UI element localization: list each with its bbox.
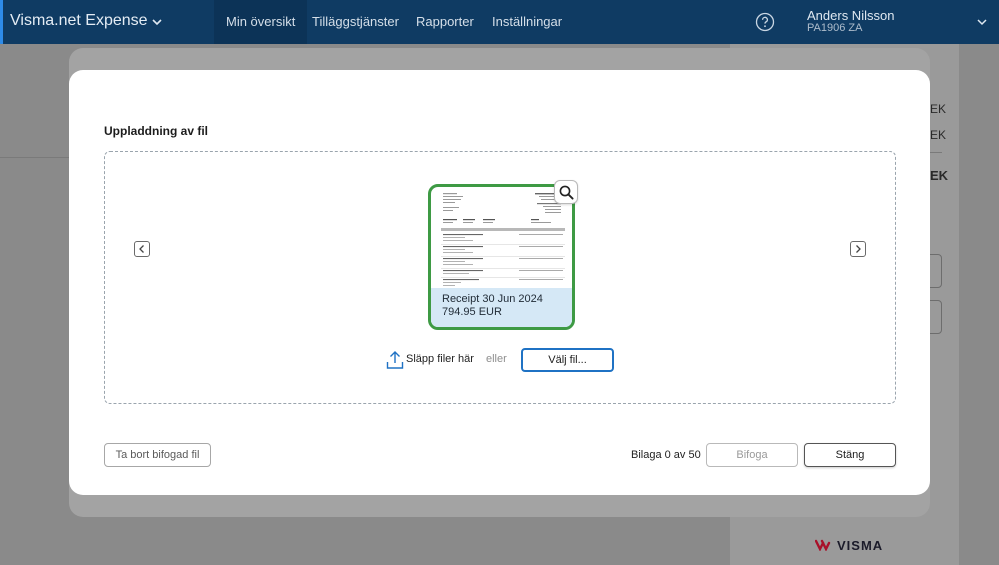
receipt-preview-image: [439, 189, 567, 289]
drop-files-label: Släpp filer här: [406, 353, 474, 365]
file-drop-zone[interactable]: Receipt 30 Jun 2024 794.95 EUR Släpp fil…: [104, 151, 896, 404]
nav-min-oversikt[interactable]: Min översikt: [214, 0, 308, 44]
previous-file-button[interactable]: [134, 241, 150, 257]
attach-button[interactable]: Bifoga: [706, 443, 798, 467]
visma-logo-text: VISMA: [837, 537, 884, 553]
close-button[interactable]: Stäng: [804, 443, 896, 467]
attachment-thumbnail[interactable]: Receipt 30 Jun 2024 794.95 EUR: [428, 184, 575, 330]
background-currency: EK: [930, 102, 947, 116]
remove-attachment-button[interactable]: Ta bort bifogad fil: [104, 443, 211, 467]
zoom-preview-button[interactable]: [554, 180, 578, 204]
background-divider: [0, 157, 70, 158]
dialog-title: Uppladdning av fil: [104, 124, 208, 138]
next-file-button[interactable]: [850, 241, 866, 257]
or-label: eller: [486, 353, 507, 365]
choose-file-button[interactable]: Välj fil...: [521, 348, 614, 372]
nav-installningar[interactable]: Inställningar: [480, 0, 574, 44]
attachment-caption: Receipt 30 Jun 2024 794.95 EUR: [431, 288, 572, 327]
user-id: PA1906 ZA: [807, 22, 863, 34]
attachment-counter: Bilaga 0 av 50: [631, 449, 701, 461]
brand-accent-strip: [0, 0, 3, 44]
chevron-right-icon: [856, 245, 861, 253]
background-divider: [930, 152, 942, 153]
background-right-strip: [959, 44, 999, 565]
chevron-left-icon: [139, 245, 144, 253]
visma-logo-icon: [815, 539, 831, 551]
help-icon[interactable]: [755, 12, 775, 32]
chevron-down-icon[interactable]: [150, 13, 164, 31]
attachment-name: Receipt 30 Jun 2024: [442, 293, 543, 305]
user-name[interactable]: Anders Nilsson: [807, 8, 894, 23]
nav-rapporter[interactable]: Rapporter: [404, 0, 486, 44]
background-currency-total: EK: [930, 168, 949, 183]
search-icon: [559, 185, 574, 200]
upload-icon: [386, 351, 404, 369]
nav-tillaggstjanster[interactable]: Tilläggstjänster: [300, 0, 411, 44]
background-currency: EK: [930, 128, 947, 142]
visma-logo: VISMA: [815, 537, 883, 553]
top-navigation-bar: Visma.net Expense Min översikt Tilläggst…: [0, 0, 999, 44]
chevron-down-icon[interactable]: [976, 15, 988, 29]
app-brand[interactable]: Visma.net Expense: [10, 12, 148, 30]
attachment-amount: 794.95 EUR: [442, 306, 502, 318]
file-upload-dialog: Uppladdning av fil Receipt 30 Jun 2024 7…: [69, 70, 930, 495]
